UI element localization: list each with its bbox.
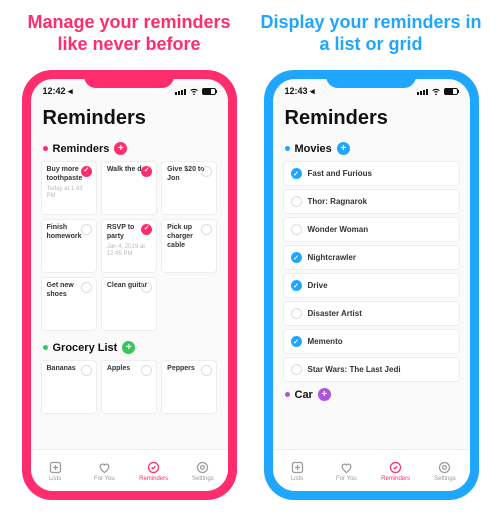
movies-list: Fast and Furious Thor: Ragnarok Wonder W…: [283, 161, 460, 382]
tab-reminders[interactable]: Reminders: [371, 450, 420, 491]
section-dot: [285, 392, 290, 397]
notch: [84, 70, 174, 88]
headline-left: Manage your reminders like never before: [18, 10, 240, 56]
tab-lists[interactable]: Lists: [31, 450, 80, 491]
list-item[interactable]: Thor: Ragnarok: [283, 189, 460, 214]
check-icon[interactable]: [291, 196, 302, 207]
tab-settings[interactable]: Settings: [178, 450, 227, 491]
section-header-reminders[interactable]: Reminders +: [43, 142, 218, 155]
reminder-card[interactable]: Give $20 to Jon: [161, 161, 217, 215]
check-icon[interactable]: [201, 365, 212, 376]
check-icon[interactable]: [291, 224, 302, 235]
notch: [326, 70, 416, 88]
list-item[interactable]: Drive: [283, 273, 460, 298]
reminder-card[interactable]: Pick up charger cable: [161, 219, 217, 273]
reminder-card[interactable]: RSVP to partyJan 4, 2019 at 12:45 PM: [101, 219, 157, 273]
content-right[interactable]: Movies + Fast and Furious Thor: Ragnarok…: [273, 140, 470, 450]
reminder-card[interactable]: Apples: [101, 360, 157, 414]
check-icon[interactable]: [291, 336, 302, 347]
list-item[interactable]: Nightcrawler: [283, 245, 460, 270]
page-title: Reminders: [273, 99, 470, 140]
page-title: Reminders: [31, 99, 228, 140]
add-reminder-button[interactable]: +: [337, 142, 350, 155]
reminders-grid: Buy more toothpasteToday at 1:43 PM Walk…: [41, 161, 218, 331]
battery-icon: [444, 88, 458, 95]
check-icon[interactable]: [291, 364, 302, 375]
check-icon[interactable]: [291, 308, 302, 319]
tab-lists[interactable]: Lists: [273, 450, 322, 491]
reminder-card[interactable]: Walk the dog: [101, 161, 157, 215]
status-time: 12:43 ◂: [285, 86, 315, 97]
grocery-grid: Bananas Apples Peppers: [41, 360, 218, 414]
check-icon[interactable]: [291, 168, 302, 179]
tab-settings[interactable]: Settings: [420, 450, 469, 491]
tab-bar: Lists For You Reminders Settings: [273, 449, 470, 491]
battery-icon: [202, 88, 216, 95]
section-title: Grocery List: [53, 342, 118, 354]
reminder-card[interactable]: Bananas: [41, 360, 97, 414]
check-icon[interactable]: [141, 166, 152, 177]
wifi-icon: [189, 86, 199, 98]
section-dot: [43, 345, 48, 350]
section-header-movies[interactable]: Movies +: [285, 142, 460, 155]
tab-bar: Lists For You Reminders Settings: [31, 449, 228, 491]
reminder-card[interactable]: Get new shoes: [41, 277, 97, 331]
promo-right: Display your reminders in a list or grid…: [260, 10, 482, 504]
wifi-icon: [431, 86, 441, 98]
list-item[interactable]: Star Wars: The Last Jedi: [283, 357, 460, 382]
reminder-card[interactable]: Finish homework: [41, 219, 97, 273]
section-title: Car: [295, 389, 313, 401]
list-item[interactable]: Wonder Woman: [283, 217, 460, 242]
promo-left: Manage your reminders like never before …: [18, 10, 240, 504]
check-icon[interactable]: [81, 224, 92, 235]
reminder-card[interactable]: Clean guitar: [101, 277, 157, 331]
list-item[interactable]: Memento: [283, 329, 460, 354]
reminder-card[interactable]: Buy more toothpasteToday at 1:43 PM: [41, 161, 97, 215]
headline-right: Display your reminders in a list or grid: [260, 10, 482, 56]
section-header-grocery[interactable]: Grocery List +: [43, 341, 218, 354]
add-reminder-button[interactable]: +: [318, 388, 331, 401]
tab-reminders[interactable]: Reminders: [129, 450, 178, 491]
tab-for-you[interactable]: For You: [322, 450, 371, 491]
add-reminder-button[interactable]: +: [122, 341, 135, 354]
check-icon[interactable]: [291, 280, 302, 291]
check-icon[interactable]: [141, 365, 152, 376]
screen-left: 12:42 ◂ Reminders Reminders +: [31, 79, 228, 491]
status-time: 12:42 ◂: [43, 86, 73, 97]
section-dot: [43, 146, 48, 151]
check-icon[interactable]: [141, 282, 152, 293]
list-item[interactable]: Disaster Artist: [283, 301, 460, 326]
content-left[interactable]: Reminders + Buy more toothpasteToday at …: [31, 140, 228, 450]
phone-frame-left: 12:42 ◂ Reminders Reminders +: [22, 70, 237, 500]
section-title: Movies: [295, 143, 332, 155]
reminder-card[interactable]: Peppers: [161, 360, 217, 414]
screen-right: 12:43 ◂ Reminders Movies + Fast and Furi…: [273, 79, 470, 491]
phone-frame-right: 12:43 ◂ Reminders Movies + Fast and Furi…: [264, 70, 479, 500]
check-icon[interactable]: [81, 282, 92, 293]
signal-icon: [175, 89, 186, 95]
check-icon[interactable]: [81, 166, 92, 177]
list-item[interactable]: Fast and Furious: [283, 161, 460, 186]
add-reminder-button[interactable]: +: [114, 142, 127, 155]
section-title: Reminders: [53, 143, 110, 155]
signal-icon: [417, 89, 428, 95]
check-icon[interactable]: [81, 365, 92, 376]
section-header-car[interactable]: Car +: [285, 388, 460, 401]
section-dot: [285, 146, 290, 151]
tab-for-you[interactable]: For You: [80, 450, 129, 491]
check-icon[interactable]: [291, 252, 302, 263]
